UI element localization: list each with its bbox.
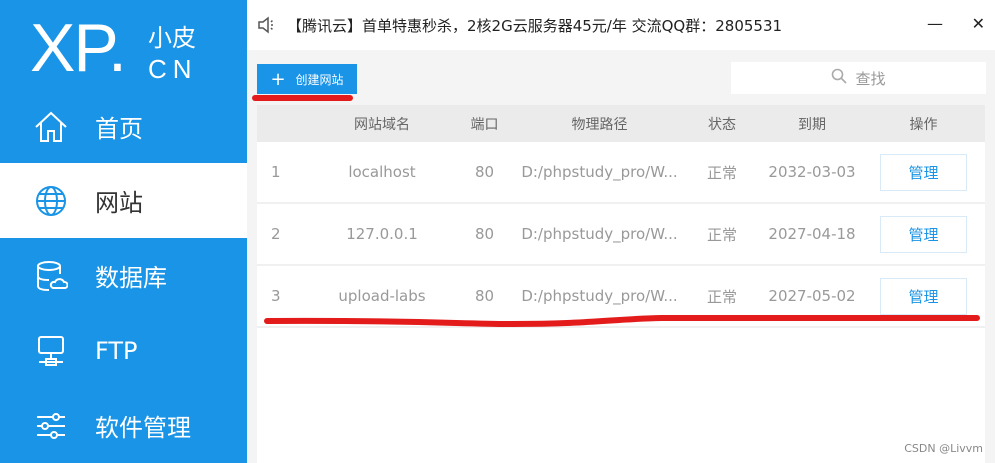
row-port: 80 (474, 163, 495, 181)
search-icon (831, 68, 848, 88)
database-icon (33, 258, 69, 294)
nav-item-ftp[interactable]: FTP (0, 313, 247, 388)
globe-icon (33, 183, 69, 219)
sidebar: XP. 小皮 CN 首页 网站 数据库 FTP 软件管理 (0, 0, 247, 463)
row-index: 3 (271, 287, 281, 305)
logo-cn-top: 小皮 (148, 24, 196, 52)
row-status: 正常 (706, 163, 737, 182)
row-index: 2 (271, 225, 281, 243)
header-action: 操作 (909, 116, 938, 133)
manage-button[interactable]: 管理 (880, 153, 967, 191)
home-icon (33, 109, 69, 145)
row-port: 80 (474, 225, 495, 243)
nav-label: 网站 (95, 189, 143, 217)
speaker-icon (257, 15, 277, 35)
nav-label: 首页 (95, 115, 143, 143)
settings-sliders-icon (33, 408, 69, 444)
row-port: 80 (474, 287, 495, 305)
plus-icon: + (270, 68, 286, 90)
row-status: 正常 (706, 225, 737, 244)
row-expires: 2032-03-03 (768, 163, 856, 181)
row-index: 1 (271, 163, 281, 181)
watermark: CSDN @Livvm (904, 442, 983, 455)
notice-text[interactable]: 【腾讯云】首单特惠秒杀，2核2G云服务器45元/年 交流QQ群：2805531 (287, 15, 782, 36)
top-bar: 【腾讯云】首单特惠秒杀，2核2G云服务器45元/年 交流QQ群：2805531 … (247, 0, 995, 50)
row-path: D:/phpstudy_pro/W... (521, 287, 678, 305)
table-header: 网站域名 端口 物理路径 状态 到期 操作 (257, 105, 985, 142)
table-row: 1 localhost 80 D:/phpstudy_pro/W... 正常 2… (257, 142, 985, 204)
search-placeholder: 查找 (855, 69, 886, 88)
header-expires: 到期 (798, 116, 826, 133)
search-input[interactable]: 查找 (731, 62, 986, 94)
minimize-button[interactable]: — (927, 14, 943, 33)
create-label: 创建网站 (295, 72, 344, 87)
nav-item-website[interactable]: 网站 (0, 163, 247, 238)
row-expires: 2027-05-02 (768, 287, 856, 305)
row-path: D:/phpstudy_pro/W... (521, 163, 678, 181)
row-expires: 2027-04-18 (768, 225, 856, 243)
website-table: 网站域名 端口 物理路径 状态 到期 操作 1 localhost 80 D:/… (257, 105, 985, 463)
header-path: 物理路径 (571, 116, 628, 133)
create-website-button[interactable]: + 创建网站 (257, 64, 357, 94)
nav-item-database[interactable]: 数据库 (0, 238, 247, 313)
row-domain: upload-labs (338, 287, 426, 305)
manage-button[interactable]: 管理 (880, 215, 967, 253)
row-domain: localhost (348, 163, 416, 181)
ftp-icon (33, 333, 69, 369)
header-port: 端口 (470, 116, 499, 133)
nav-item-software[interactable]: 软件管理 (0, 388, 247, 463)
row-path: D:/phpstudy_pro/W... (521, 225, 678, 243)
nav-label: 软件管理 (95, 414, 191, 442)
header-domain: 网站域名 (354, 116, 410, 133)
table-row: 2 127.0.0.1 80 D:/phpstudy_pro/W... 正常 2… (257, 204, 985, 266)
manage-button[interactable]: 管理 (880, 277, 967, 315)
row-domain: 127.0.0.1 (346, 225, 418, 243)
nav-label: FTP (95, 336, 138, 365)
logo-xp: XP. (30, 10, 127, 86)
table-row: 3 upload-labs 80 D:/phpstudy_pro/W... 正常… (257, 266, 985, 328)
header-status: 状态 (708, 116, 736, 133)
nav-label: 数据库 (95, 264, 167, 292)
close-button[interactable]: ✕ (972, 14, 985, 33)
logo-cn-bottom: CN (148, 54, 198, 84)
nav-item-home[interactable]: 首页 (0, 89, 247, 164)
row-status: 正常 (706, 287, 737, 306)
